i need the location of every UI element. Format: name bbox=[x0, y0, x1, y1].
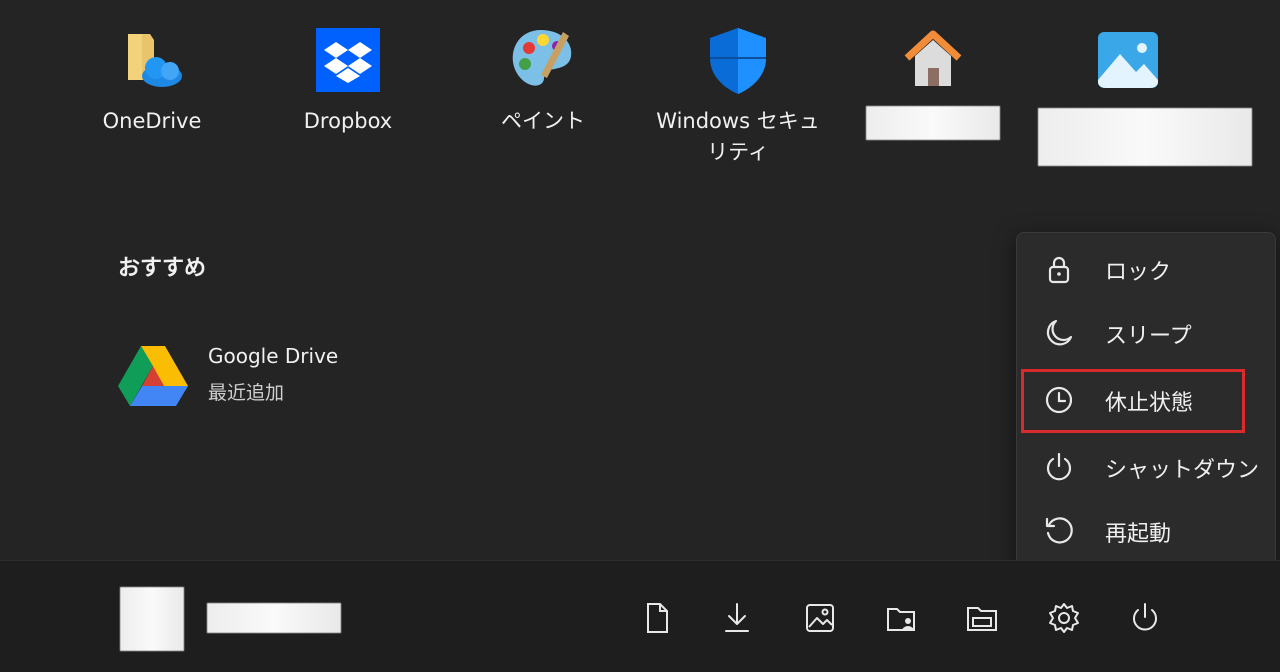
recommended-item-name: Google Drive bbox=[208, 344, 339, 368]
paint-icon bbox=[512, 30, 572, 86]
pinned-app-windows-security[interactable]: Windows セキュリティ bbox=[648, 24, 828, 168]
moon-icon bbox=[1046, 319, 1073, 346]
avatar[interactable] bbox=[120, 587, 184, 651]
home-icon bbox=[904, 30, 962, 86]
power-menu-lock[interactable]: ロック bbox=[1017, 241, 1275, 297]
onedrive-icon bbox=[128, 34, 182, 87]
document-icon bbox=[647, 603, 668, 633]
power-menu-label: シャットダウン bbox=[1105, 458, 1260, 483]
photos-icon bbox=[1098, 32, 1158, 88]
power-icon bbox=[1133, 603, 1157, 631]
start-footer bbox=[0, 560, 1280, 672]
power-menu-shutdown[interactable]: シャットダウン bbox=[1017, 439, 1275, 495]
gear-icon bbox=[1049, 603, 1079, 633]
download-icon bbox=[725, 603, 749, 632]
recommended-item-google-drive[interactable]: Google Drive 最近追加 bbox=[118, 336, 448, 416]
file-explorer-icon bbox=[967, 607, 997, 631]
pinned-app-label: OneDrive bbox=[102, 109, 202, 133]
dropbox-icon bbox=[316, 28, 380, 92]
pinned-app-label: Dropbox bbox=[303, 109, 393, 133]
user-folder-button[interactable] bbox=[884, 601, 918, 635]
settings-button[interactable] bbox=[1047, 601, 1081, 635]
file-explorer-button[interactable] bbox=[965, 601, 999, 635]
redacted-label bbox=[866, 106, 1000, 140]
pinned-app-label: ペイント bbox=[501, 109, 585, 133]
restart-icon bbox=[1045, 517, 1073, 544]
pictures-button[interactable] bbox=[803, 601, 837, 635]
pinned-app-paint[interactable]: ペイント bbox=[453, 24, 633, 137]
pinned-app-onedrive[interactable]: OneDrive bbox=[62, 24, 242, 137]
power-menu-restart[interactable]: 再起動 bbox=[1017, 503, 1275, 559]
user-folder-icon bbox=[887, 608, 915, 631]
power-menu-label: ロック bbox=[1105, 260, 1172, 285]
recommended-item-subtitle: 最近追加 bbox=[208, 382, 285, 404]
pinned-app-dropbox[interactable]: Dropbox bbox=[258, 24, 438, 137]
hibernate-highlight-box bbox=[1021, 369, 1245, 433]
power-menu-label: 再起動 bbox=[1105, 522, 1172, 547]
downloads-button[interactable] bbox=[720, 601, 754, 635]
recommended-title: おすすめ bbox=[118, 256, 207, 281]
start-menu: OneDrive Dropbox ペイント Windows セキュリティ おすす… bbox=[0, 0, 1280, 568]
pinned-apps: OneDrive Dropbox ペイント Windows セキュリティ bbox=[0, 24, 1280, 184]
power-button[interactable] bbox=[1128, 601, 1162, 635]
redacted-label bbox=[1038, 108, 1252, 166]
pinned-app-label: Windows セキュリティ bbox=[656, 109, 820, 164]
windows-security-icon bbox=[710, 28, 766, 94]
power-icon bbox=[1046, 452, 1072, 481]
pinned-app-photos[interactable] bbox=[1038, 24, 1252, 166]
pictures-icon bbox=[806, 604, 834, 632]
username-redacted[interactable] bbox=[207, 603, 341, 633]
power-menu-label: スリープ bbox=[1105, 324, 1192, 349]
lock-icon bbox=[1048, 256, 1070, 284]
power-menu-sleep[interactable]: スリープ bbox=[1017, 305, 1275, 361]
google-drive-icon bbox=[118, 346, 188, 406]
pinned-app-home[interactable] bbox=[843, 24, 1023, 140]
documents-button[interactable] bbox=[640, 601, 674, 635]
